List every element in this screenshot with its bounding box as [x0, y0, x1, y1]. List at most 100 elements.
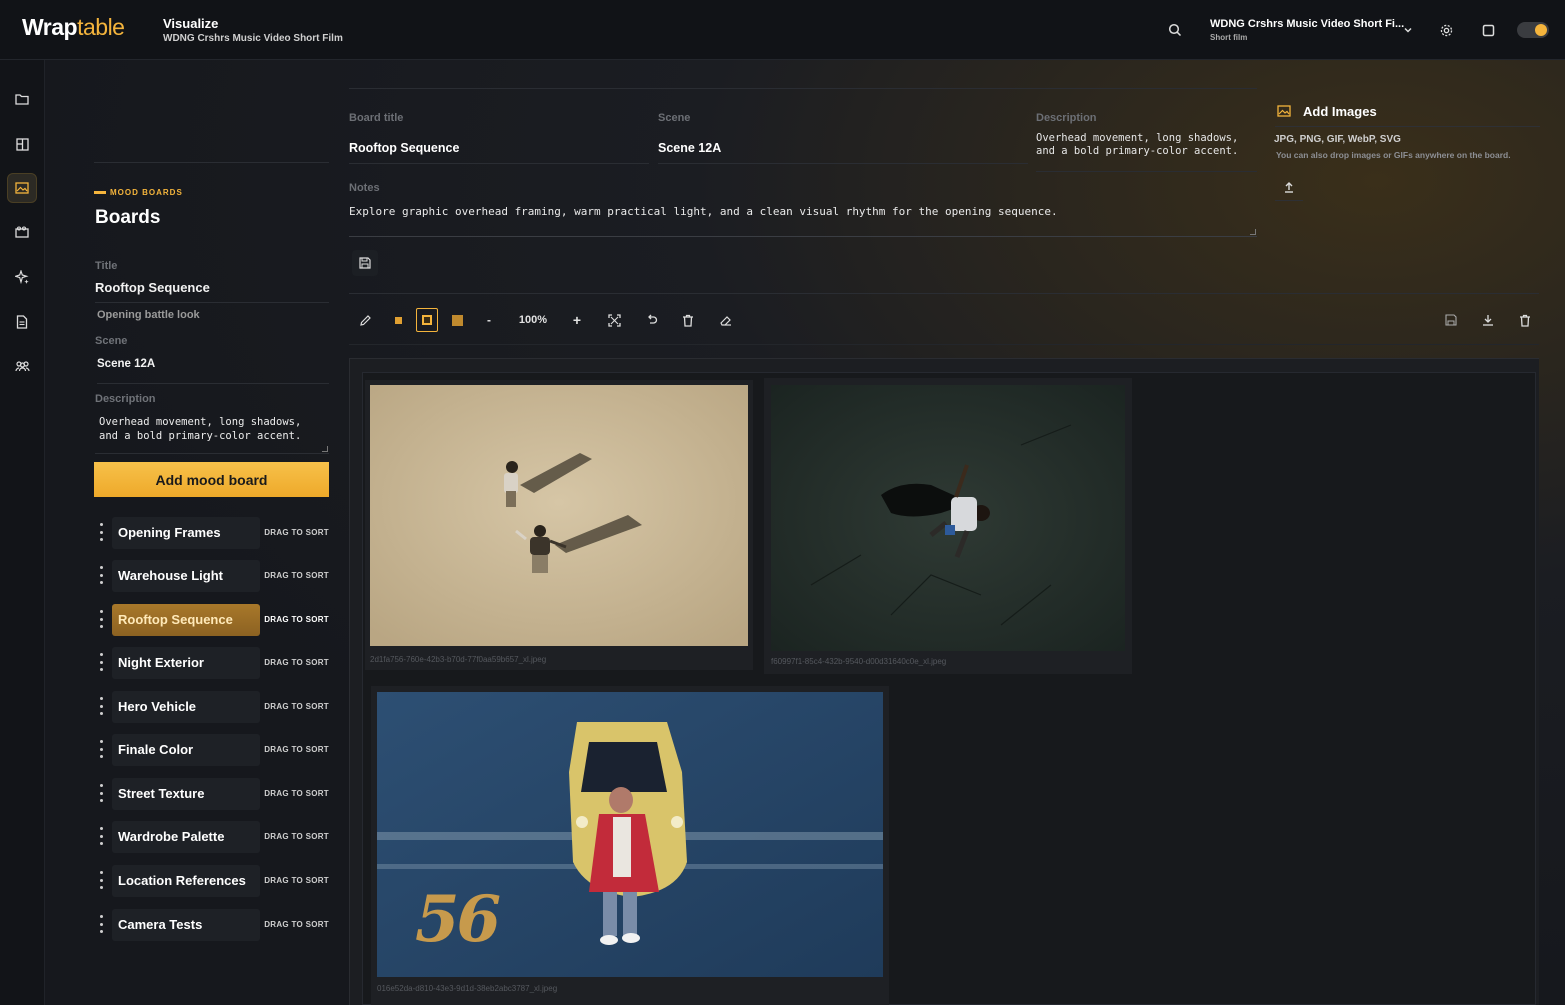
gear-icon[interactable]: [1436, 20, 1456, 40]
zoom-level: 100%: [518, 314, 548, 326]
drag-handle-icon[interactable]: [98, 871, 104, 889]
image-filename: f60997f1-85c4-432b-9540-d00d31640c0e_xl.…: [771, 657, 947, 666]
scene-field[interactable]: Scene 12A: [658, 141, 1028, 164]
swatch-fill: [422, 315, 432, 325]
drag-handle-icon[interactable]: [98, 915, 104, 933]
notes-label: Notes: [349, 182, 380, 194]
notes-field[interactable]: Explore graphic overhead framing, warm p…: [349, 205, 1257, 237]
add-images-divider: [1275, 126, 1540, 127]
board-item[interactable]: Finale Color DRAG TO SORT: [94, 734, 329, 766]
save-icon[interactable]: [352, 250, 378, 276]
mood-boards-eyebrow: MOOD BOARDS: [94, 188, 183, 197]
search-icon[interactable]: [1165, 20, 1185, 40]
add-mood-board-button[interactable]: Add mood board: [94, 462, 329, 497]
drag-handle-icon[interactable]: [98, 827, 104, 845]
drag-to-sort-label: DRAG TO SORT: [264, 615, 329, 624]
board-image-card[interactable]: f60997f1-85c4-432b-9540-d00d31640c0e_xl.…: [764, 378, 1132, 674]
image-icon[interactable]: [7, 173, 37, 203]
board-image[interactable]: [771, 385, 1125, 651]
scene-field[interactable]: Scene 12A: [97, 358, 329, 384]
board-name[interactable]: Location References: [112, 865, 260, 897]
undo-icon[interactable]: [640, 308, 662, 332]
folder-icon[interactable]: [7, 84, 37, 114]
swatch-fill: [451, 314, 463, 326]
save-board-icon[interactable]: [1440, 308, 1462, 332]
drag-handle-icon[interactable]: [98, 740, 104, 758]
download-icon[interactable]: [1477, 308, 1499, 332]
section-divider: [349, 293, 1539, 294]
board-image-card[interactable]: 2d1fa756-760e-42b3-b70d-77f0aa59b657_xl.…: [365, 380, 753, 670]
top-bar: Wraptable Visualize WDNG Crshrs Music Vi…: [0, 0, 1565, 60]
image-filename: 016e52da-d810-43e3-9d1d-38eb2abc3787_xl.…: [377, 984, 558, 993]
drag-to-sort-label: DRAG TO SORT: [264, 789, 329, 798]
board-item[interactable]: Street Texture DRAG TO SORT: [94, 778, 329, 810]
board-name[interactable]: Camera Tests: [112, 909, 260, 941]
description-field[interactable]: Overhead movement, long shadows, and a b…: [1036, 132, 1257, 172]
zoom-out-button[interactable]: -: [479, 308, 499, 332]
notes-text: Explore graphic overhead framing, warm p…: [349, 205, 1058, 218]
theme-toggle[interactable]: [1517, 22, 1549, 38]
pencil-icon[interactable]: [354, 308, 376, 332]
chevron-down-icon[interactable]: [1398, 20, 1418, 40]
image-filename: 2d1fa756-760e-42b3-b70d-77f0aa59b657_xl.…: [370, 655, 547, 664]
layout-icon[interactable]: [7, 129, 37, 159]
board-name[interactable]: Hero Vehicle: [112, 691, 260, 723]
board-name[interactable]: Rooftop Sequence: [112, 604, 260, 636]
board-image[interactable]: [370, 385, 748, 646]
board-name[interactable]: Wardrobe Palette: [112, 821, 260, 853]
fit-screen-icon[interactable]: [603, 308, 625, 332]
board-item[interactable]: Warehouse Light DRAG TO SORT: [94, 560, 329, 592]
drag-to-sort-label: DRAG TO SORT: [264, 745, 329, 754]
board-item[interactable]: Hero Vehicle DRAG TO SORT: [94, 691, 329, 723]
document-icon[interactable]: [7, 307, 37, 337]
upload-icon[interactable]: [1275, 173, 1303, 201]
board-item-active[interactable]: Rooftop Sequence DRAG TO SORT: [94, 604, 329, 636]
board-item[interactable]: Wardrobe Palette DRAG TO SORT: [94, 821, 329, 853]
eraser-icon[interactable]: [714, 308, 736, 332]
trash-icon[interactable]: [677, 308, 699, 332]
drag-handle-icon[interactable]: [98, 566, 104, 584]
subtitle-field[interactable]: Opening battle look: [97, 309, 200, 321]
title-field[interactable]: Rooftop Sequence: [95, 280, 329, 303]
board-image-card[interactable]: 56 016e52da-d810-43e3-9d1d-38eb2abc3787_…: [371, 686, 889, 1005]
color-swatch-2[interactable]: [416, 308, 438, 332]
board-name[interactable]: Street Texture: [112, 778, 260, 810]
board-item[interactable]: Camera Tests DRAG TO SORT: [94, 909, 329, 941]
description-field[interactable]: Overhead movement, long shadows, and a b…: [95, 412, 329, 454]
board-title-field[interactable]: Rooftop Sequence: [349, 141, 649, 164]
image-icon: [1277, 104, 1291, 122]
drag-handle-icon[interactable]: [98, 523, 104, 541]
board-item[interactable]: Location References DRAG TO SORT: [94, 865, 329, 897]
delete-board-icon[interactable]: [1514, 308, 1536, 332]
board-name[interactable]: Warehouse Light: [112, 560, 260, 592]
drag-handle-icon[interactable]: [98, 697, 104, 715]
app-logo[interactable]: Wraptable: [22, 14, 125, 41]
drag-handle-icon[interactable]: [98, 784, 104, 802]
drag-to-sort-label: DRAG TO SORT: [264, 832, 329, 841]
film-icon[interactable]: [7, 217, 37, 247]
team-icon[interactable]: [7, 351, 37, 381]
window-icon[interactable]: [1478, 20, 1498, 40]
drag-handle-icon[interactable]: [98, 653, 104, 671]
sidebar-divider: [94, 162, 329, 163]
description-label: Description: [1036, 112, 1097, 124]
sparkle-icon[interactable]: [7, 262, 37, 292]
resize-handle[interactable]: [322, 446, 328, 452]
color-swatch-1[interactable]: [388, 308, 408, 332]
section-title: Visualize: [163, 16, 219, 31]
title-label: Title: [95, 260, 118, 272]
board-item[interactable]: Opening Frames DRAG TO SORT: [94, 517, 329, 549]
swatch-fill: [394, 316, 402, 324]
zoom-in-button[interactable]: +: [567, 308, 587, 332]
resize-handle[interactable]: [1250, 229, 1256, 235]
project-name[interactable]: WDNG Crshrs Music Video Short Fi...: [1210, 18, 1404, 30]
board-item[interactable]: Night Exterior DRAG TO SORT: [94, 647, 329, 679]
drag-handle-icon[interactable]: [98, 610, 104, 628]
drag-to-sort-label: DRAG TO SORT: [264, 920, 329, 929]
accepted-types: JPG, PNG, GIF, WebP, SVG: [1274, 134, 1401, 145]
color-swatch-3[interactable]: [446, 308, 468, 332]
board-name[interactable]: Opening Frames: [112, 517, 260, 549]
painted-number: 56: [415, 882, 501, 957]
board-name[interactable]: Night Exterior: [112, 647, 260, 679]
board-name[interactable]: Finale Color: [112, 734, 260, 766]
